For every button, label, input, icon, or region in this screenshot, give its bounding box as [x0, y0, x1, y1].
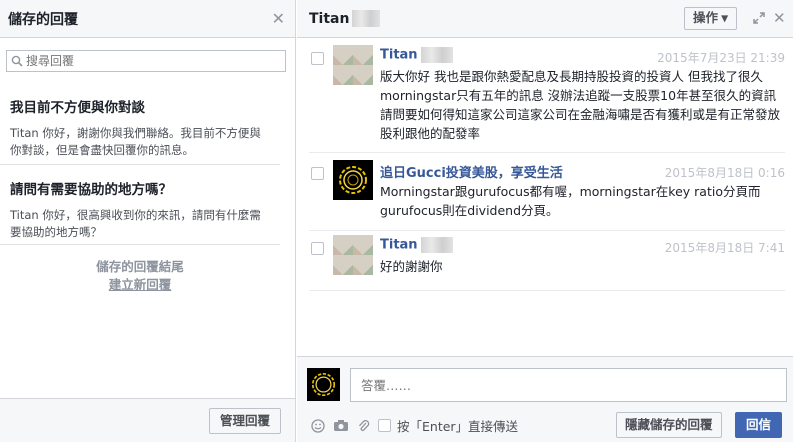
emoji-icon[interactable] — [311, 418, 325, 433]
avatar — [307, 368, 340, 401]
composer: 按「Enter」直接傳送 隱藏儲存的回覆 回信 — [297, 356, 793, 442]
saved-reply-title: 我目前不方便與你對談 — [10, 100, 145, 116]
message-checkbox[interactable] — [311, 167, 324, 180]
saved-replies-footer: 儲存的回覆結尾 建立新回覆 — [0, 258, 280, 294]
saved-replies-panel: 儲存的回覆 ✕ 我目前不方便與你對談 Titan 你好，謝謝你與我們聯絡。我目前… — [0, 0, 296, 442]
expand-icon[interactable] — [752, 11, 766, 25]
message-checkbox[interactable] — [311, 242, 324, 255]
hide-saved-replies-button[interactable]: 隱藏儲存的回覆 — [616, 412, 722, 438]
divider — [309, 152, 785, 153]
saved-reply-item[interactable]: 請問有需要協助的地方嗎？ Titan 你好，很高興收到你的來訊，請問有什麼需要協… — [0, 178, 280, 241]
camera-icon[interactable] — [333, 419, 349, 432]
sender-name[interactable]: 追日Gucci投資美股，享受生活 — [380, 162, 563, 181]
message-text: 版大你好 我也是跟你熱愛配息及長期持股投資的投資人 但我找了很久mornings… — [380, 69, 781, 141]
message-item: 追日Gucci投資美股，享受生活 2015年8月18日 0:16 Morning… — [309, 160, 785, 226]
divider — [0, 164, 280, 165]
sender-name[interactable]: Titan — [380, 47, 453, 63]
divider — [309, 290, 785, 291]
actions-dropdown[interactable]: 操作 ▾ — [684, 7, 737, 30]
message-item: Titan 2015年8月18日 7:41 好的謝謝你 — [309, 235, 785, 285]
saved-reply-title: 請問有需要協助的地方嗎？ — [10, 182, 172, 198]
reply-input[interactable] — [350, 368, 787, 402]
close-icon[interactable]: ✕ — [272, 9, 285, 28]
saved-reply-body: Titan 你好，很高興收到你的來訊，請問有什麼需要協助的地方嗎？ — [10, 208, 261, 239]
paperclip-icon[interactable] — [357, 419, 370, 433]
blurred-name — [352, 10, 381, 27]
message-text: Morningstar跟gurufocus都有喔，morningstar在key… — [380, 184, 761, 218]
saved-replies-bottom-bar: 管理回覆 — [0, 398, 295, 442]
blurred-name — [420, 237, 453, 253]
divider — [0, 244, 280, 245]
enter-to-send-checkbox[interactable] — [378, 419, 391, 432]
conversation-title: Titan — [309, 10, 350, 27]
divider — [309, 230, 785, 231]
avatar[interactable] — [333, 160, 373, 200]
swirl-logo-icon — [333, 160, 373, 200]
avatar[interactable] — [333, 235, 373, 275]
message-text: 好的謝謝你 — [380, 259, 443, 274]
saved-reply-item[interactable]: 我目前不方便與你對談 Titan 你好，謝謝你與我們聯絡。我目前不方便與你對談，… — [0, 96, 280, 159]
message-time: 2015年7月23日 21:39 — [657, 51, 785, 65]
search-icon — [11, 55, 23, 67]
blurred-name — [420, 47, 453, 63]
swirl-logo-icon — [307, 368, 340, 401]
message-item: Titan 2015年7月23日 21:39 版大你好 我也是跟你熱愛配息及長期… — [309, 45, 785, 145]
manage-replies-button[interactable]: 管理回覆 — [208, 408, 281, 434]
conversation-panel: Titan 操作 ▾ ✕ Titan 2015年7月23日 21:39 版大你好… — [297, 0, 793, 442]
saved-reply-body: Titan 你好，謝謝你與我們聯絡。我目前不方便與你對談，但是會盡快回覆你的訊息… — [10, 126, 261, 157]
search-box[interactable] — [6, 50, 286, 72]
actions-label: 操作 — [693, 11, 719, 25]
message-time: 2015年8月18日 0:16 — [664, 166, 785, 180]
saved-replies-title: 儲存的回覆 — [8, 11, 78, 28]
saved-replies-header: 儲存的回覆 ✕ — [0, 0, 295, 38]
conversation-header: Titan 操作 ▾ ✕ — [297, 0, 793, 38]
message-time: 2015年8月18日 7:41 — [664, 241, 785, 255]
sender-name[interactable]: Titan — [380, 237, 453, 253]
avatar[interactable] — [333, 45, 373, 85]
message-checkbox[interactable] — [311, 52, 324, 65]
end-of-replies-label: 儲存的回覆結尾 — [96, 259, 184, 274]
search-input[interactable] — [26, 54, 276, 68]
composer-toolbar: 按「Enter」直接傳送 — [311, 416, 518, 435]
create-new-reply-link[interactable]: 建立新回覆 — [0, 276, 280, 294]
enter-to-send-label: 按「Enter」直接傳送 — [397, 419, 519, 434]
close-icon[interactable]: ✕ — [773, 9, 786, 27]
send-button[interactable]: 回信 — [735, 412, 782, 438]
